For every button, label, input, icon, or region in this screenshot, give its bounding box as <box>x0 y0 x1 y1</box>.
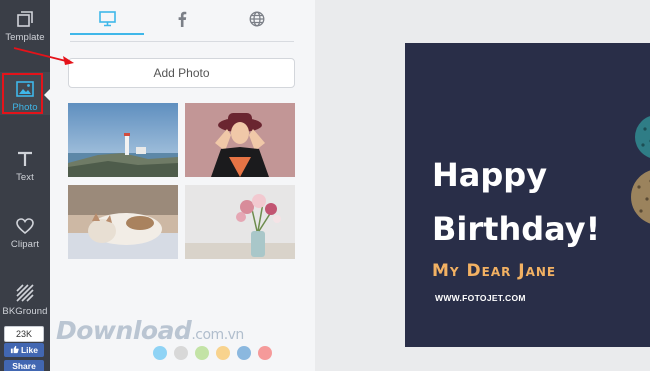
color-swatch[interactable] <box>195 346 209 360</box>
card-subtitle: My Dear Jane <box>432 261 557 281</box>
decorative-balloons <box>631 116 650 224</box>
color-swatch[interactable] <box>216 346 230 360</box>
watermark-tld: .com.vn <box>191 327 244 343</box>
annotation-arrow <box>13 47 74 65</box>
card-url: WWW.FOTOJET.COM <box>435 293 526 303</box>
facebook-icon <box>177 11 187 32</box>
rail-item-clipart[interactable]: Clipart <box>0 207 50 259</box>
color-swatches <box>153 346 272 360</box>
heart-icon <box>13 215 37 237</box>
color-swatch[interactable] <box>174 346 188 360</box>
color-swatch[interactable] <box>237 346 251 360</box>
tab-facebook[interactable] <box>145 8 219 34</box>
rail-item-label: Clipart <box>10 239 40 250</box>
card-title-line1: Happy <box>432 156 548 194</box>
watermark: Download.com.vn <box>56 316 244 345</box>
color-swatch[interactable] <box>153 346 167 360</box>
like-label: Like <box>20 345 38 355</box>
photo-thumbnail-lighthouse[interactable] <box>68 103 178 177</box>
source-tabs <box>70 0 294 42</box>
text-icon <box>13 148 37 170</box>
like-count: 23K <box>4 326 44 342</box>
color-swatch[interactable] <box>258 346 272 360</box>
photo-thumbnail-cat[interactable] <box>68 185 178 259</box>
thumbs-up-icon <box>10 345 19 356</box>
design-canvas[interactable]: Happy Birthday! My Dear Jane WWW.FOTOJET… <box>405 43 650 347</box>
rail-item-label: Text <box>16 172 34 183</box>
photo-icon <box>13 78 37 100</box>
rail-item-label: BKGround <box>2 306 48 317</box>
rail-item-label: Template <box>5 32 45 43</box>
tab-web[interactable] <box>220 8 294 34</box>
rail-item-photo[interactable]: Photo <box>0 72 50 115</box>
card-title-line2: Birthday! <box>432 210 601 248</box>
facebook-share-button[interactable]: Share <box>4 360 44 371</box>
globe-icon <box>249 11 265 32</box>
monitor-icon <box>98 10 116 32</box>
rail-item-text[interactable]: Text <box>0 140 50 192</box>
tab-underline <box>70 33 144 35</box>
background-stripes-icon <box>13 282 37 304</box>
rail-item-label: Photo <box>12 102 38 113</box>
photo-thumbnail-woman[interactable] <box>185 103 295 177</box>
watermark-main: Download <box>56 316 192 345</box>
tab-computer[interactable] <box>70 8 144 35</box>
facebook-like-button[interactable]: Like <box>4 343 44 357</box>
rail-item-bkground[interactable]: BKGround <box>0 274 50 326</box>
template-icon <box>13 8 37 30</box>
photo-thumbnail-flowers[interactable] <box>185 185 295 259</box>
add-photo-button[interactable]: Add Photo <box>68 58 295 88</box>
